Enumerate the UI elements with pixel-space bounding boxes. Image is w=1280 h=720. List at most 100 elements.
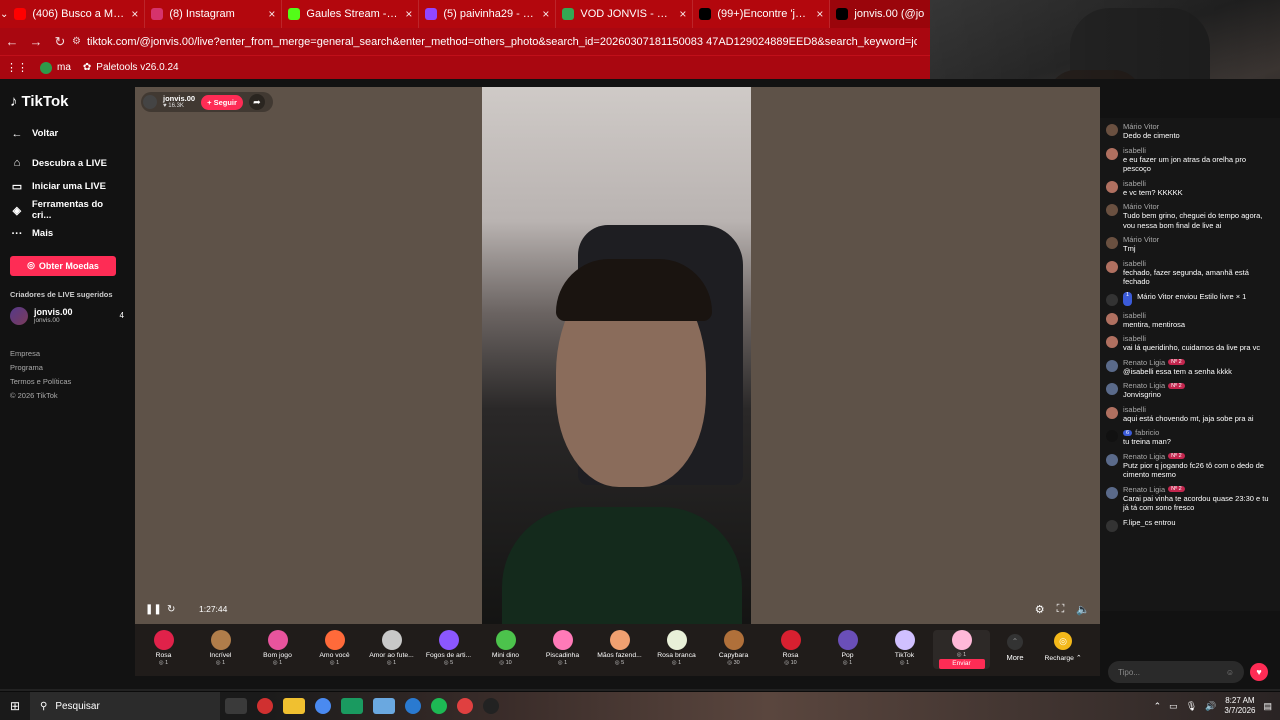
sidebar-item[interactable]: ··· Mais: [10, 222, 124, 246]
close-icon[interactable]: ×: [268, 7, 275, 21]
gift-item[interactable]: Amor ao fute... ◎ 1: [363, 630, 420, 669]
task-view-icon[interactable]: [225, 698, 247, 714]
browser-tab[interactable]: Gaules Stream - Watc ×: [282, 0, 420, 28]
edge-icon[interactable]: [405, 698, 421, 714]
chat-avatar[interactable]: [1106, 383, 1118, 395]
chat-username[interactable]: Renato Ligia: [1123, 452, 1165, 461]
browser-tab[interactable]: (406) Busco a Meta - MC ×: [8, 0, 146, 28]
gift-item[interactable]: Mãos fazend... ◎ 5: [591, 630, 648, 669]
chrome-active-icon[interactable]: [457, 698, 473, 714]
chat-avatar[interactable]: [1106, 124, 1118, 136]
like-button[interactable]: ♥: [1250, 663, 1268, 681]
gift-item[interactable]: Piscadinha ◎ 1: [534, 630, 591, 669]
reload-icon[interactable]: ↻: [48, 34, 72, 50]
chat-username[interactable]: isabelli: [1123, 179, 1146, 188]
sidebar-item[interactable]: ◈ Ferramentas do cri...: [10, 199, 124, 223]
chat-username[interactable]: isabelli: [1123, 146, 1146, 155]
emoji-icon[interactable]: ☺: [1226, 668, 1234, 677]
chat-username[interactable]: isabelli: [1123, 405, 1146, 414]
back-icon[interactable]: ←: [0, 34, 24, 49]
gift-item[interactable]: TikTok ◎ 1: [876, 630, 933, 669]
footer-link[interactable]: Programa: [10, 361, 124, 375]
chat-avatar[interactable]: [1106, 406, 1118, 419]
streamer-name[interactable]: jonvis.00: [163, 95, 195, 103]
mic-icon[interactable]: 🎙: [1186, 701, 1197, 712]
gift-item[interactable]: Amo você ◎ 1: [306, 630, 363, 669]
gift-item[interactable]: Rosa ◎ 1: [135, 630, 192, 669]
chat-avatar[interactable]: [1106, 180, 1118, 193]
url-field[interactable]: tiktok.com/@jonvis.00/live?enter_from_me…: [87, 36, 917, 48]
gift-item[interactable]: Rosa branca ◎ 1: [648, 630, 705, 669]
send-gift-button[interactable]: Enviar: [938, 659, 985, 669]
chat-username[interactable]: isabelli: [1123, 334, 1146, 343]
tab-search-icon[interactable]: ⌄: [0, 0, 8, 28]
close-icon[interactable]: ×: [131, 7, 138, 21]
chat-username[interactable]: Renato Ligia: [1123, 485, 1165, 494]
volume-icon[interactable]: 🔈: [1076, 603, 1090, 616]
chat-username[interactable]: Mário Vitor: [1123, 202, 1159, 211]
gift-item[interactable]: Capybara ◎ 30: [705, 630, 762, 669]
chat-username[interactable]: Mário Vitor: [1123, 122, 1159, 131]
chat-avatar[interactable]: [1106, 147, 1118, 160]
tiktok-logo[interactable]: ♪ TikTok: [10, 93, 124, 110]
chat-avatar[interactable]: [1106, 359, 1118, 372]
footer-link[interactable]: Empresa: [10, 347, 124, 361]
browser-tab[interactable]: (99+)Encontre 'jonvis' no ×: [693, 0, 831, 28]
suggested-creator[interactable]: jonvis.00 jonvis.00 4: [10, 306, 124, 325]
bookmark-paletools[interactable]: ✿ Paletools v26.0.24: [83, 62, 179, 73]
clock[interactable]: 8:27 AM 3/7/2026: [1224, 696, 1255, 716]
app2-icon[interactable]: [373, 698, 395, 714]
chat-avatar[interactable]: [1106, 430, 1118, 442]
chat-avatar[interactable]: [1106, 336, 1118, 348]
close-icon[interactable]: ×: [679, 7, 686, 21]
refresh-icon[interactable]: ↻: [167, 604, 189, 615]
chat-avatar[interactable]: [1106, 312, 1118, 325]
gift-item[interactable]: Mini dino ◎ 10: [477, 630, 534, 669]
recharge-button[interactable]: ◎ Recharge ⌃: [1040, 630, 1086, 662]
chat-username[interactable]: isabelli: [1123, 311, 1146, 320]
chat-avatar[interactable]: [1106, 260, 1118, 273]
chat-username[interactable]: isabelli: [1123, 259, 1146, 268]
sidebar-item[interactable]: ▭ Iniciar uma LIVE: [10, 175, 124, 199]
apps-icon[interactable]: ⋮⋮: [6, 61, 28, 74]
bookmark-ma[interactable]: ma: [40, 61, 71, 74]
chevron-up-icon[interactable]: ⌃: [1154, 701, 1162, 712]
back-link[interactable]: ← Voltar: [10, 122, 124, 146]
gift-item[interactable]: Rosa ◎ 10: [762, 630, 819, 669]
pause-icon[interactable]: ❚❚: [145, 604, 167, 615]
notifications-icon[interactable]: ▤: [1263, 701, 1272, 712]
store-icon[interactable]: [341, 698, 363, 714]
close-icon[interactable]: ×: [405, 7, 412, 21]
gift-item[interactable]: Fogos de arti... ◎ 5: [420, 630, 477, 669]
taskbar-search[interactable]: ⚲ Pesquisar: [30, 692, 220, 720]
settings-icon[interactable]: ⚙: [1035, 603, 1045, 616]
chat-username[interactable]: Mário Vitor: [1123, 235, 1159, 244]
chat-input[interactable]: Tipo... ☺: [1108, 661, 1244, 683]
browser-tab[interactable]: VOD JONVIS - Google Dr ×: [556, 0, 694, 28]
app-icon[interactable]: [257, 698, 273, 714]
chat-avatar[interactable]: [1106, 453, 1118, 466]
chrome-icon[interactable]: [315, 698, 331, 714]
close-icon[interactable]: ×: [542, 7, 549, 21]
sidebar-item[interactable]: ⌂ Descubra a LIVE: [10, 152, 124, 176]
volume-icon[interactable]: 🔊: [1205, 701, 1216, 712]
chat-avatar[interactable]: [1106, 237, 1118, 249]
site-info-icon[interactable]: ⚙: [72, 36, 81, 47]
browser-tab[interactable]: (5) paivinha29 - Twitch ×: [419, 0, 557, 28]
footer-link[interactable]: Termos e Políticas: [10, 375, 124, 389]
chat-avatar[interactable]: [1106, 486, 1118, 499]
windows-start-icon[interactable]: ⊞: [0, 699, 30, 713]
follow-button[interactable]: + Seguir: [201, 94, 243, 110]
browser-tab[interactable]: (8) Instagram ×: [145, 0, 283, 28]
gift-item[interactable]: Incrível ◎ 1: [192, 630, 249, 669]
file-explorer-icon[interactable]: [283, 698, 305, 714]
streamer-avatar[interactable]: [143, 95, 157, 109]
share-icon[interactable]: ➦: [248, 94, 265, 110]
gift-item[interactable]: Pop ◎ 1: [819, 630, 876, 669]
network-icon[interactable]: ▭: [1169, 701, 1178, 712]
live-player[interactable]: jonvis.00 ♥ 16.3K + Seguir ➦ ❚❚ ↻ 1:27:4…: [135, 87, 1100, 624]
chat-avatar[interactable]: [1106, 204, 1118, 216]
chat-username[interactable]: Renato Ligia: [1123, 381, 1165, 390]
spotify-icon[interactable]: [431, 698, 447, 714]
forward-icon[interactable]: →: [24, 34, 48, 49]
